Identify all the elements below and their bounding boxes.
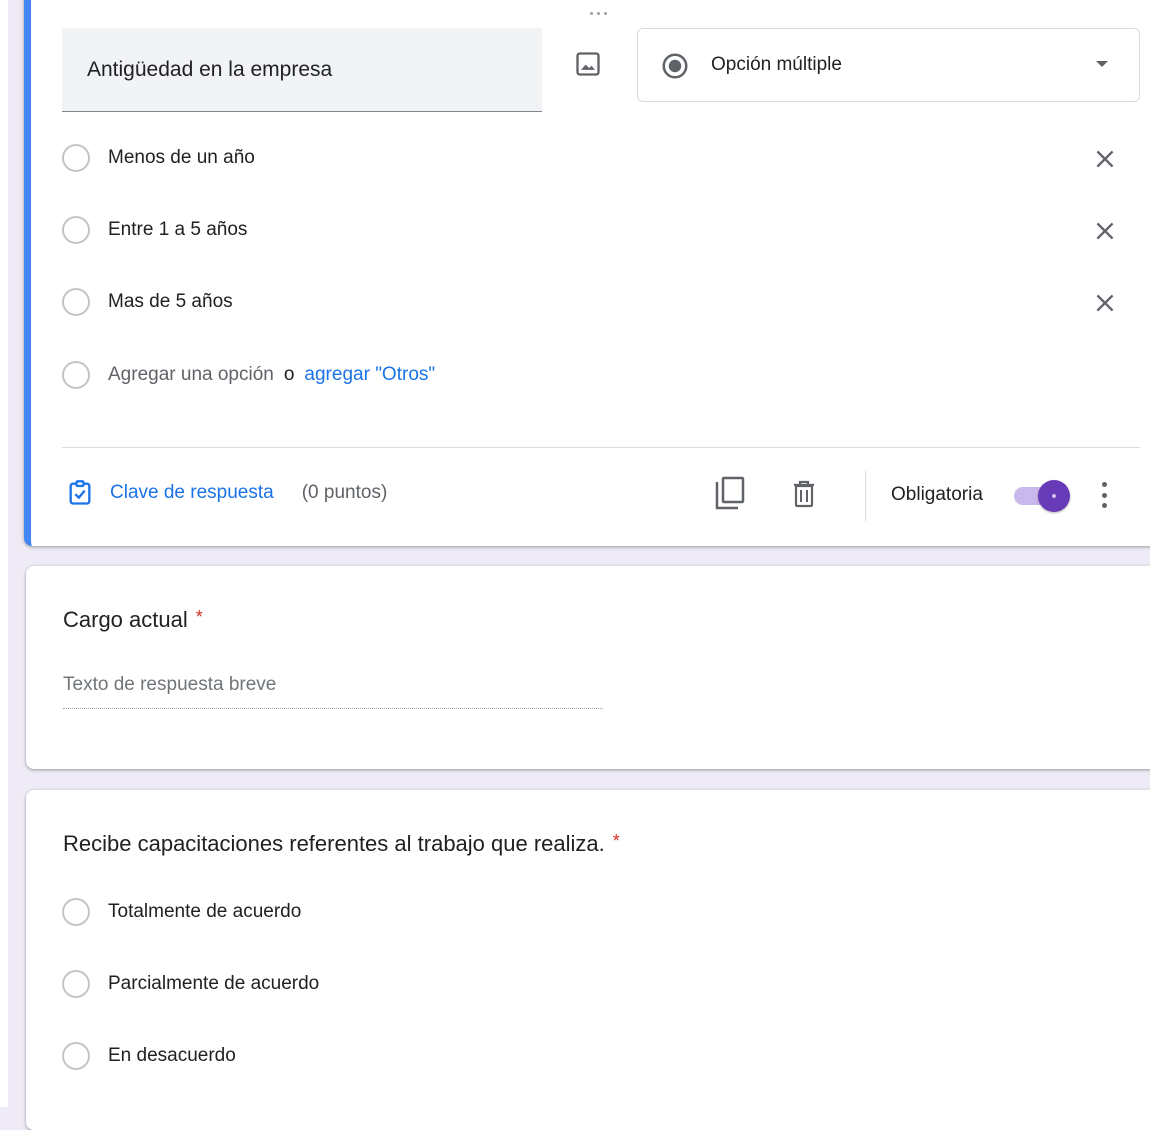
radio-circle[interactable] (62, 1042, 90, 1070)
drag-handle-icon[interactable] (590, 12, 607, 15)
question-type-dropdown[interactable]: Opción múltiple (637, 28, 1140, 102)
question-title: Recibe capacitaciones referentes al trab… (63, 831, 620, 857)
answer-key-icon (69, 480, 91, 505)
question-type-label: Opción múltiple (711, 54, 842, 75)
close-icon[interactable] (1092, 218, 1118, 244)
option-row[interactable]: Parcialmente de acuerdo (62, 967, 319, 1001)
option-row[interactable]: Menos de un año (62, 141, 255, 175)
page-left-strip (0, 0, 8, 1107)
copy-icon[interactable] (714, 476, 746, 512)
question-title-text: Recibe capacitaciones referentes al trab… (63, 831, 605, 856)
option-row[interactable]: Totalmente de acuerdo (62, 895, 301, 929)
radio-circle (62, 144, 90, 172)
question-title-text: Antigüedad en la empresa (87, 58, 333, 81)
add-other-button[interactable]: agregar "Otros" (304, 364, 435, 386)
dropdown-arrow-icon (1096, 61, 1108, 67)
question-title: Cargo actual * (63, 607, 203, 633)
radio-circle (62, 288, 90, 316)
points-label: (0 puntos) (301, 482, 388, 503)
question-title-input[interactable]: Antigüedad en la empresa (62, 28, 542, 112)
radio-circle (62, 361, 90, 389)
short-answer-field: Texto de respuesta breve (63, 674, 603, 709)
close-icon[interactable] (1092, 146, 1118, 172)
required-asterisk: * (195, 607, 203, 627)
option-row[interactable]: Mas de 5 años (62, 285, 233, 319)
or-label: o (283, 364, 295, 385)
option-row[interactable]: Entre 1 a 5 años (62, 213, 247, 247)
radio-button-checked-icon (662, 53, 688, 79)
add-option-button[interactable]: Agregar una opción (108, 364, 274, 386)
required-label: Obligatoria (891, 484, 983, 505)
radio-circle[interactable] (62, 898, 90, 926)
add-option-row: Agregar una opción o agregar "Otros" (62, 358, 435, 392)
answer-key-label: Clave de respuesta (110, 482, 274, 503)
answer-key-button[interactable]: Clave de respuesta (0 puntos) (66, 478, 387, 508)
question-card-cargo[interactable] (26, 566, 1150, 769)
footer-divider (62, 447, 1140, 448)
footer-separator (865, 471, 866, 521)
question-title-text: Cargo actual (63, 607, 188, 632)
short-answer-placeholder: Texto de respuesta breve (63, 674, 277, 695)
option-label: Totalmente de acuerdo (108, 901, 302, 922)
close-icon[interactable] (1092, 290, 1118, 316)
option-label[interactable]: Menos de un año (108, 147, 255, 169)
option-label: Parcialmente de acuerdo (108, 973, 320, 994)
image-icon[interactable] (574, 50, 602, 78)
more-vert-icon[interactable] (1096, 480, 1112, 510)
delete-icon[interactable] (791, 479, 817, 509)
option-label[interactable]: Mas de 5 años (108, 291, 233, 313)
option-label: En desacuerdo (108, 1045, 236, 1066)
option-row[interactable]: En desacuerdo (62, 1039, 236, 1073)
radio-circle (62, 216, 90, 244)
option-label[interactable]: Entre 1 a 5 años (108, 219, 247, 241)
required-asterisk: * (612, 831, 620, 851)
required-toggle-knob[interactable] (1038, 480, 1070, 512)
radio-circle[interactable] (62, 970, 90, 998)
